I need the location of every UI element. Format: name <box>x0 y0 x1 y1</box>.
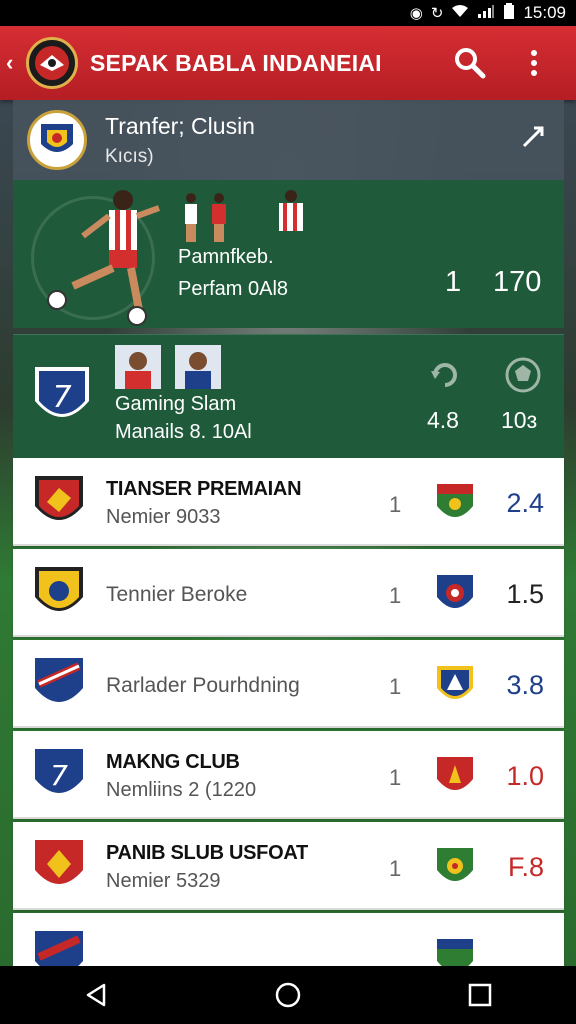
signal-icon <box>477 4 495 22</box>
hero-value-1: 1 <box>445 266 462 298</box>
gaming-sublabel: Manails 8. 10Al <box>115 421 252 443</box>
rating-value: 1.0 <box>506 761 544 791</box>
club-name: TIANSER PREMAIAN <box>106 478 302 500</box>
app-title: SEPAK BABLA INDANEIAI <box>90 49 382 76</box>
team-players-image <box>185 190 303 242</box>
list-item[interactable]: TIANSER PREMAIAN Nemier 9033 1 2.4 <box>13 458 564 546</box>
battery-icon <box>503 3 515 23</box>
gaming-value-2: 10ɜ <box>501 407 538 433</box>
rank-number: 1 <box>389 492 402 517</box>
featured-title: Tranfer; Clusin <box>105 112 255 139</box>
menu-dot-icon <box>531 70 537 76</box>
rating-value: 3.8 <box>506 670 544 700</box>
list-item[interactable]: Tennier Beroke 1 1.5 <box>13 549 564 637</box>
club-crest-icon <box>35 567 83 611</box>
status-time: 15:09 <box>523 3 566 22</box>
app-bar: ‹ SEPAK BABLA INDANEIAI <box>0 26 576 100</box>
hero-sublabel: Perfam 0Al8 <box>178 278 289 300</box>
club-subtitle: Rarlader Pourhdning <box>106 674 300 697</box>
list-item[interactable]: Rarlader Pourhdning 1 3.8 <box>13 640 564 728</box>
club-list: TIANSER PREMAIAN Nemier 9033 1 2.4 Tenni… <box>13 458 564 1001</box>
player-image <box>47 190 161 326</box>
rank-number: 1 <box>389 856 402 881</box>
rating-value: 1.5 <box>506 579 544 609</box>
menu-dot-icon <box>531 50 537 56</box>
gaming-label: Gaming Slam <box>115 393 237 415</box>
rank-number: 1 <box>389 674 402 699</box>
menu-dot-icon <box>531 60 537 66</box>
svg-text:7: 7 <box>52 380 71 415</box>
featured-subtitle: Kıcıs) <box>105 145 154 167</box>
opponent-badge-icon <box>437 757 473 790</box>
wifi-icon <box>451 4 469 22</box>
club-crest-icon: 7 <box>35 749 83 793</box>
rank-number: 1 <box>389 765 402 790</box>
club-shield-icon: 7 <box>35 367 89 417</box>
back-button[interactable]: ‹ <box>6 50 24 76</box>
rating-value: 2.4 <box>506 488 544 518</box>
opponent-badge-icon <box>437 848 473 881</box>
club-name: PANIB SLUB USFOAT <box>106 842 308 864</box>
list-item[interactable]: PANIB SLUB USFOAT Nemier 5329 1 F.8 <box>13 822 564 910</box>
club-subtitle: Tennier Beroke <box>106 583 248 606</box>
gaming-value-1: 4.8 <box>427 407 459 433</box>
club-name: MAKNG CLUB <box>106 751 240 773</box>
club-subtitle: Nemier 5329 <box>106 870 221 892</box>
player-portraits-image <box>115 345 221 389</box>
system-navigation-bar <box>0 966 576 1024</box>
home-nav-icon[interactable] <box>274 981 302 1009</box>
club-crest-icon <box>35 476 83 520</box>
gaming-panel[interactable]: 7 Gaming Slam Manails 8. 10Al 4.8 10ɜ <box>13 334 564 458</box>
status-bar: ◉ ↻ 15:09 <box>0 0 576 26</box>
recents-nav-icon[interactable] <box>466 981 494 1009</box>
hero-panel[interactable]: Pamnfkeb. Perfam 0Al8 1 170 <box>13 180 564 328</box>
hero-label: Pamnfkeb. <box>178 246 274 268</box>
svg-text:7: 7 <box>50 759 68 792</box>
list-item[interactable]: 7 MAKNG CLUB Nemliins 2 (1220 1 1.0 <box>13 731 564 819</box>
search-icon <box>455 48 486 79</box>
overflow-menu-button[interactable] <box>512 41 556 85</box>
refresh-icon[interactable] <box>427 357 463 393</box>
soccer-ball-icon[interactable] <box>503 355 543 395</box>
club-subtitle: Nemier 9033 <box>106 506 221 528</box>
opponent-badge-icon <box>437 666 473 699</box>
club-crest-icon <box>35 658 83 702</box>
rating-value: F.8 <box>507 852 544 882</box>
opponent-badge-icon <box>437 575 473 608</box>
expand-icon[interactable] <box>520 124 546 155</box>
back-nav-icon[interactable] <box>82 981 110 1009</box>
main-content: Tranfer; Clusin Kıcıs) Pamnfkeb. Perfam … <box>13 100 564 1004</box>
club-crest-icon <box>35 840 83 884</box>
featured-header[interactable]: Tranfer; Clusin Kıcıs) <box>13 100 564 180</box>
club-subtitle: Nemliins 2 (1220 <box>106 779 257 801</box>
opponent-badge-icon <box>437 484 473 517</box>
rank-number: 1 <box>389 583 402 608</box>
sync-icon: ↻ <box>430 5 444 22</box>
search-button[interactable] <box>448 41 492 85</box>
alarm-icon: ◉ <box>409 5 423 22</box>
app-logo <box>26 37 78 89</box>
club-crest-icon <box>27 110 87 170</box>
hero-value-2: 170 <box>493 266 542 298</box>
